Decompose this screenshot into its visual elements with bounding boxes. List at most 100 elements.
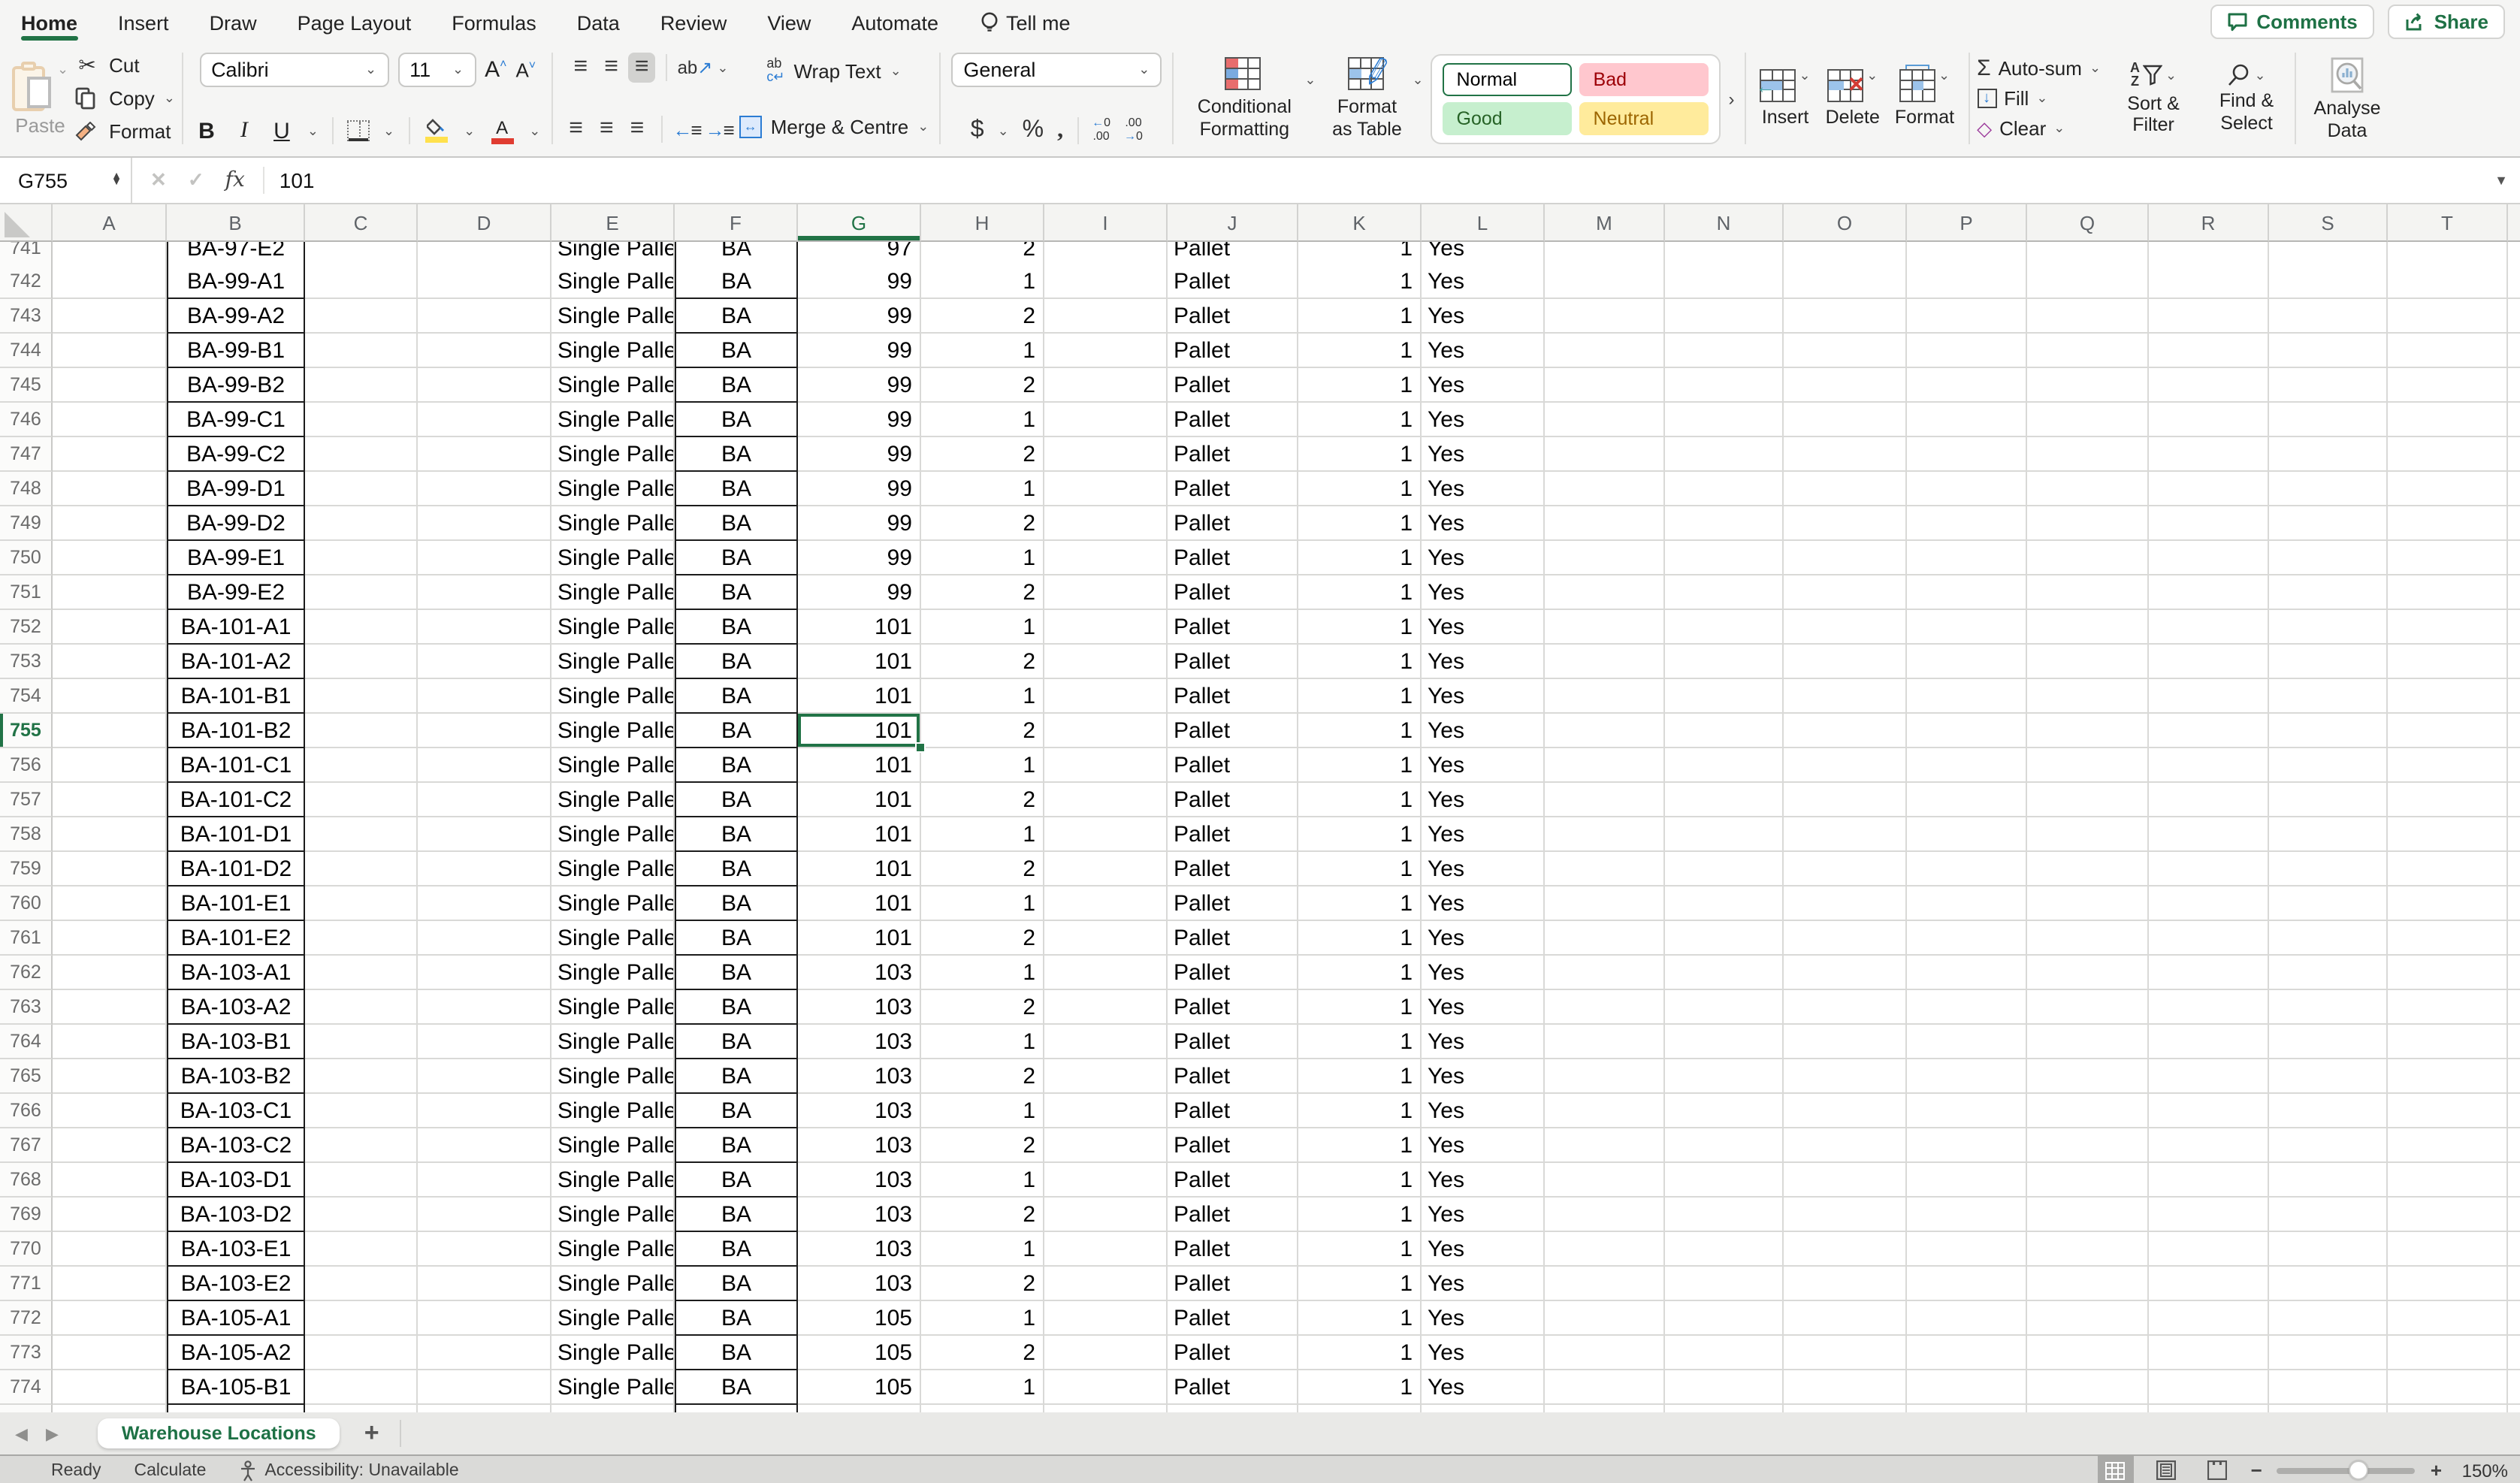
cell-R752[interactable] <box>2149 610 2269 645</box>
cell-R745[interactable] <box>2149 368 2269 403</box>
cell-S743[interactable] <box>2269 299 2388 334</box>
cell-E765[interactable]: Single Palle <box>551 1059 675 1094</box>
row-header-741[interactable]: 741 <box>0 242 53 264</box>
cell-R746[interactable] <box>2149 403 2269 437</box>
clear-chevron[interactable]: ⌄ <box>2053 122 2065 135</box>
analyse-data-button[interactable]: Analyse Data <box>2304 53 2391 144</box>
cell-G771[interactable]: 103 <box>798 1267 921 1301</box>
cell-F751[interactable]: BA <box>675 575 798 610</box>
cell-A750[interactable] <box>53 541 167 575</box>
cell-J745[interactable]: Pallet <box>1168 368 1298 403</box>
cell-H749[interactable]: 2 <box>921 506 1044 541</box>
cell-E743[interactable]: Single Palle <box>551 299 675 334</box>
cell-C742[interactable] <box>305 264 418 299</box>
cell-J750[interactable]: Pallet <box>1168 541 1298 575</box>
cell-K765[interactable]: 1 <box>1298 1059 1422 1094</box>
tab-automate[interactable]: Automate <box>851 5 938 39</box>
cell-S751[interactable] <box>2269 575 2388 610</box>
cell-S749[interactable] <box>2269 506 2388 541</box>
cell-M765[interactable] <box>1545 1059 1665 1094</box>
cell-A757[interactable] <box>53 783 167 817</box>
cell-B756[interactable]: BA-101-C1 <box>167 748 305 783</box>
cell-T772[interactable] <box>2388 1301 2508 1336</box>
cell-G753[interactable]: 101 <box>798 645 921 679</box>
cell-partial747[interactable] <box>2508 437 2520 472</box>
cell-K753[interactable]: 1 <box>1298 645 1422 679</box>
cell-F774[interactable]: BA <box>675 1370 798 1405</box>
align-bottom-button[interactable]: ≡ <box>629 53 655 83</box>
cell-E767[interactable]: Single Palle <box>551 1128 675 1163</box>
cell-B746[interactable]: BA-99-C1 <box>167 403 305 437</box>
cell-L742[interactable]: Yes <box>1422 264 1545 299</box>
cell-partial760[interactable] <box>2508 886 2520 921</box>
cell-R756[interactable] <box>2149 748 2269 783</box>
cell-L762[interactable]: Yes <box>1422 956 1545 990</box>
cell-D748[interactable] <box>418 472 551 506</box>
column-header-B[interactable]: B <box>167 204 305 242</box>
cell-C747[interactable] <box>305 437 418 472</box>
merge-centre-button[interactable]: ↔ Merge & Centre ⌄ <box>739 108 929 144</box>
cell-Q761[interactable] <box>2027 921 2149 956</box>
cell-partial765[interactable] <box>2508 1059 2520 1094</box>
cell-A741[interactable] <box>53 242 167 264</box>
paste-button[interactable]: ⌄ Paste <box>12 63 68 137</box>
cell-P758[interactable] <box>1907 817 2027 852</box>
cell-B770[interactable]: BA-103-E1 <box>167 1232 305 1267</box>
cell-D753[interactable] <box>418 645 551 679</box>
cell-Q775[interactable] <box>2027 1405 2149 1412</box>
cell-L743[interactable]: Yes <box>1422 299 1545 334</box>
row-header-764[interactable]: 764 <box>0 1025 53 1059</box>
column-header-K[interactable]: K <box>1298 204 1422 242</box>
number-format-select[interactable]: General ⌄ <box>951 53 1162 87</box>
cell-F766[interactable]: BA <box>675 1094 798 1128</box>
cell-J754[interactable]: Pallet <box>1168 679 1298 714</box>
cell-K770[interactable]: 1 <box>1298 1232 1422 1267</box>
cell-B742[interactable]: BA-99-A1 <box>167 264 305 299</box>
cell-H758[interactable]: 1 <box>921 817 1044 852</box>
cell-M757[interactable] <box>1545 783 1665 817</box>
row-header-752[interactable]: 752 <box>0 610 53 645</box>
cell-H765[interactable]: 2 <box>921 1059 1044 1094</box>
cell-Q756[interactable] <box>2027 748 2149 783</box>
cell-partial767[interactable] <box>2508 1128 2520 1163</box>
cell-N744[interactable] <box>1665 334 1784 368</box>
cell-S741[interactable] <box>2269 242 2388 264</box>
cell-A747[interactable] <box>53 437 167 472</box>
cell-B757[interactable]: BA-101-C2 <box>167 783 305 817</box>
cell-N758[interactable] <box>1665 817 1784 852</box>
cell-O757[interactable] <box>1784 783 1907 817</box>
cell-T758[interactable] <box>2388 817 2508 852</box>
formula-bar-expand-chevron[interactable]: ▼ <box>2494 173 2520 188</box>
orientation-button[interactable]: ab↗ <box>678 57 713 78</box>
cell-G763[interactable]: 103 <box>798 990 921 1025</box>
cell-G767[interactable]: 103 <box>798 1128 921 1163</box>
cell-M747[interactable] <box>1545 437 1665 472</box>
cell-H744[interactable]: 1 <box>921 334 1044 368</box>
cell-I741[interactable] <box>1044 242 1168 264</box>
copy-dropdown-chevron[interactable]: ⌄ <box>164 92 175 105</box>
cell-N768[interactable] <box>1665 1163 1784 1198</box>
cell-I753[interactable] <box>1044 645 1168 679</box>
cell-partial768[interactable] <box>2508 1163 2520 1198</box>
cell-K775[interactable] <box>1298 1405 1422 1412</box>
cell-A762[interactable] <box>53 956 167 990</box>
cell-I772[interactable] <box>1044 1301 1168 1336</box>
cell-A758[interactable] <box>53 817 167 852</box>
wrap-text-button[interactable]: abc↵ Wrap Text ⌄ <box>766 53 901 89</box>
cell-F773[interactable]: BA <box>675 1336 798 1370</box>
cell-N750[interactable] <box>1665 541 1784 575</box>
cell-Q772[interactable] <box>2027 1301 2149 1336</box>
cell-S765[interactable] <box>2269 1059 2388 1094</box>
cell-E769[interactable]: Single Palle <box>551 1198 675 1232</box>
cell-D763[interactable] <box>418 990 551 1025</box>
cell-F741[interactable]: BA <box>675 242 798 264</box>
format-painter-button[interactable]: Format <box>74 115 175 148</box>
cell-B751[interactable]: BA-99-E2 <box>167 575 305 610</box>
cell-A768[interactable] <box>53 1163 167 1198</box>
cell-L744[interactable]: Yes <box>1422 334 1545 368</box>
cell-M775[interactable] <box>1545 1405 1665 1412</box>
cell-J741[interactable]: Pallet <box>1168 242 1298 264</box>
styles-more-chevron[interactable]: › <box>1729 88 1735 109</box>
cell-J748[interactable]: Pallet <box>1168 472 1298 506</box>
cell-Q744[interactable] <box>2027 334 2149 368</box>
